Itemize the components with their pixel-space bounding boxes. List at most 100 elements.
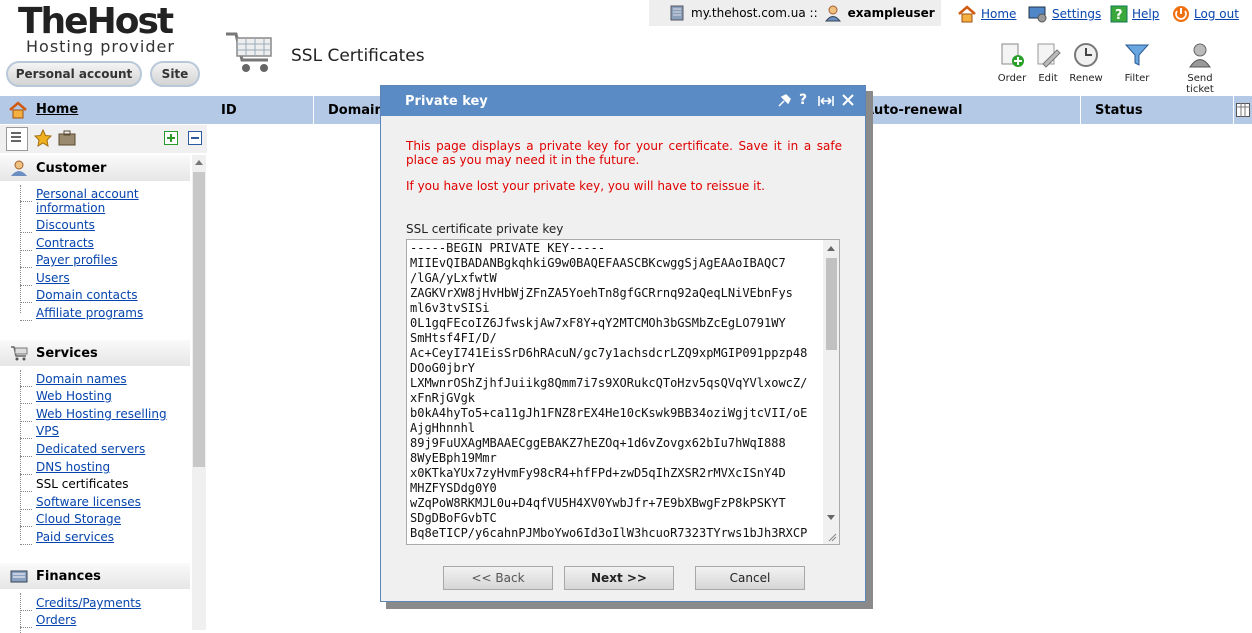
support-agent-icon <box>1189 43 1211 68</box>
scroll-down-arrow-icon[interactable] <box>827 515 835 521</box>
expand-all-icon[interactable] <box>164 131 178 145</box>
sidebar-item-domain-names[interactable]: Domain names <box>36 372 127 386</box>
sidebar-item-users[interactable]: Users <box>36 271 70 285</box>
sidebar-toolbar <box>0 125 207 153</box>
list-icon <box>11 132 21 142</box>
power-icon <box>1173 6 1189 22</box>
sidebar-item-cloud-storage[interactable]: Cloud Storage <box>36 512 121 526</box>
dialog-titlebar[interactable]: Private key ? <box>381 86 865 116</box>
sidebar-item-discounts[interactable]: Discounts <box>36 218 95 232</box>
sidebar-item-paid-services[interactable]: Paid services <box>36 530 114 544</box>
help-link-label: Help <box>1132 7 1160 21</box>
sidebar-scrollbar-thumb[interactable] <box>193 172 205 467</box>
sidebar-section-finances[interactable]: Finances <box>0 563 190 589</box>
clock-icon <box>1074 43 1098 67</box>
help-icon[interactable]: ? <box>799 92 807 108</box>
sidebar-item-dedicated-servers[interactable]: Dedicated servers <box>36 442 145 456</box>
close-icon[interactable] <box>841 93 855 107</box>
filter-button[interactable]: Filter <box>1117 42 1157 84</box>
dialog-warning-text: If you have lost your private key, you w… <box>406 179 765 193</box>
home-icon <box>958 5 976 23</box>
sidebar-section-label: Finances <box>36 568 101 584</box>
scroll-up-arrow-icon[interactable] <box>827 245 835 251</box>
sidebar-home[interactable]: Home <box>0 96 207 124</box>
cancel-button[interactable]: Cancel <box>695 566 805 590</box>
send-ticket-label: Send ticket <box>1186 73 1214 95</box>
sidebar-item-vps[interactable]: VPS <box>36 424 59 438</box>
scroll-up-arrow-icon[interactable] <box>195 159 203 165</box>
sidebar: Customer Personal account information Di… <box>0 155 207 633</box>
settings-icon <box>1028 6 1047 23</box>
favorites-icon[interactable] <box>34 129 52 147</box>
user-icon <box>824 5 841 22</box>
renew-button[interactable]: Renew <box>1066 42 1106 84</box>
server-icon <box>670 5 684 21</box>
column-status[interactable]: Status <box>1081 96 1234 124</box>
edit-button[interactable]: Edit <box>1028 42 1068 84</box>
private-key-textarea[interactable]: -----BEGIN PRIVATE KEY----- MIIEvQIBADAN… <box>406 239 840 545</box>
column-auto-renewal[interactable]: Auto-renewal <box>850 96 1081 124</box>
sidebar-item-dns-hosting[interactable]: DNS hosting <box>36 460 110 474</box>
sidebar-item-credits-payments[interactable]: Credits/Payments <box>36 596 141 610</box>
private-key-dialog: Private key ? This page displays a priva… <box>380 85 866 602</box>
sidebar-home-label: Home <box>36 102 79 117</box>
private-key-scrollbar[interactable] <box>823 240 839 544</box>
edit-icon <box>1037 43 1061 68</box>
table-settings-icon[interactable] <box>1236 103 1250 117</box>
settings-link-label: Settings <box>1052 7 1102 21</box>
add-document-icon <box>1001 43 1024 67</box>
site-button[interactable]: Site <box>150 61 200 87</box>
home-link-label: Home <box>981 7 1017 21</box>
logout-link-label: Log out <box>1194 7 1239 21</box>
logout-link[interactable]: Log out <box>1172 5 1239 23</box>
edit-label: Edit <box>1038 73 1058 84</box>
menu-view-toggle[interactable] <box>6 127 28 151</box>
user-bar: my.thehost.com.ua :: exampleuser <box>649 0 941 26</box>
sidebar-item-orders[interactable]: Orders <box>36 613 76 627</box>
sidebar-section-label: Services <box>36 345 98 361</box>
personal-account-button[interactable]: Personal account <box>6 61 142 87</box>
next-button[interactable]: Next >> <box>564 566 674 590</box>
private-key-scrollbar-thumb[interactable] <box>826 258 837 350</box>
sidebar-item-personal-account-information[interactable]: Personal account information <box>36 187 207 215</box>
send-ticket-button[interactable]: Send ticket <box>1172 42 1228 95</box>
dialog-info-text: This page displays a private key for you… <box>406 139 842 167</box>
collapse-all-icon[interactable] <box>188 131 202 145</box>
sidebar-item-domain-contacts[interactable]: Domain contacts <box>36 288 138 302</box>
filter-label: Filter <box>1124 73 1150 84</box>
page-title: SSL Certificates <box>291 46 425 66</box>
sidebar-item-contracts[interactable]: Contracts <box>36 236 94 250</box>
resize-grip-icon[interactable] <box>828 533 837 542</box>
sidebar-item-web-hosting[interactable]: Web Hosting <box>36 389 112 403</box>
order-button[interactable]: Order <box>992 42 1032 84</box>
finances-icon <box>10 570 28 583</box>
sidebar-section-customer[interactable]: Customer <box>0 155 190 181</box>
renew-label: Renew <box>1069 73 1103 84</box>
sidebar-section-services[interactable]: Services <box>0 340 190 366</box>
home-icon <box>9 101 27 119</box>
sidebar-item-affiliate-programs[interactable]: Affiliate programs <box>36 306 143 320</box>
help-link[interactable]: ? Help <box>1110 5 1159 23</box>
sidebar-item-ssl-certificates[interactable]: SSL certificates <box>36 477 129 491</box>
back-button[interactable]: << Back <box>443 566 553 590</box>
cart-icon <box>11 346 28 361</box>
pin-icon[interactable] <box>777 94 791 108</box>
current-user: exampleuser <box>847 6 935 20</box>
sidebar-item-software-licenses[interactable]: Software licenses <box>36 495 141 509</box>
home-link[interactable]: Home <box>957 5 1016 23</box>
svg-text:?: ? <box>1115 8 1123 23</box>
sidebar-item-payer-profiles[interactable]: Payer profiles <box>36 253 117 267</box>
dialog-title: Private key <box>405 93 488 109</box>
briefcase-icon[interactable] <box>58 129 76 147</box>
cart-icon <box>226 32 272 72</box>
private-key-label: SSL certificate private key <box>406 222 564 236</box>
private-key-value: -----BEGIN PRIVATE KEY----- MIIEvQIBADAN… <box>410 241 808 540</box>
filter-icon <box>1124 44 1150 66</box>
sidebar-item-web-hosting-reselling[interactable]: Web Hosting reselling <box>36 407 167 421</box>
logo-tagline: Hosting provider <box>26 37 175 56</box>
current-domain: my.thehost.com.ua :: <box>691 6 818 20</box>
settings-link[interactable]: Settings <box>1028 5 1101 23</box>
maximize-icon[interactable] <box>817 94 835 108</box>
order-label: Order <box>997 73 1027 84</box>
column-id[interactable]: ID <box>207 96 314 124</box>
